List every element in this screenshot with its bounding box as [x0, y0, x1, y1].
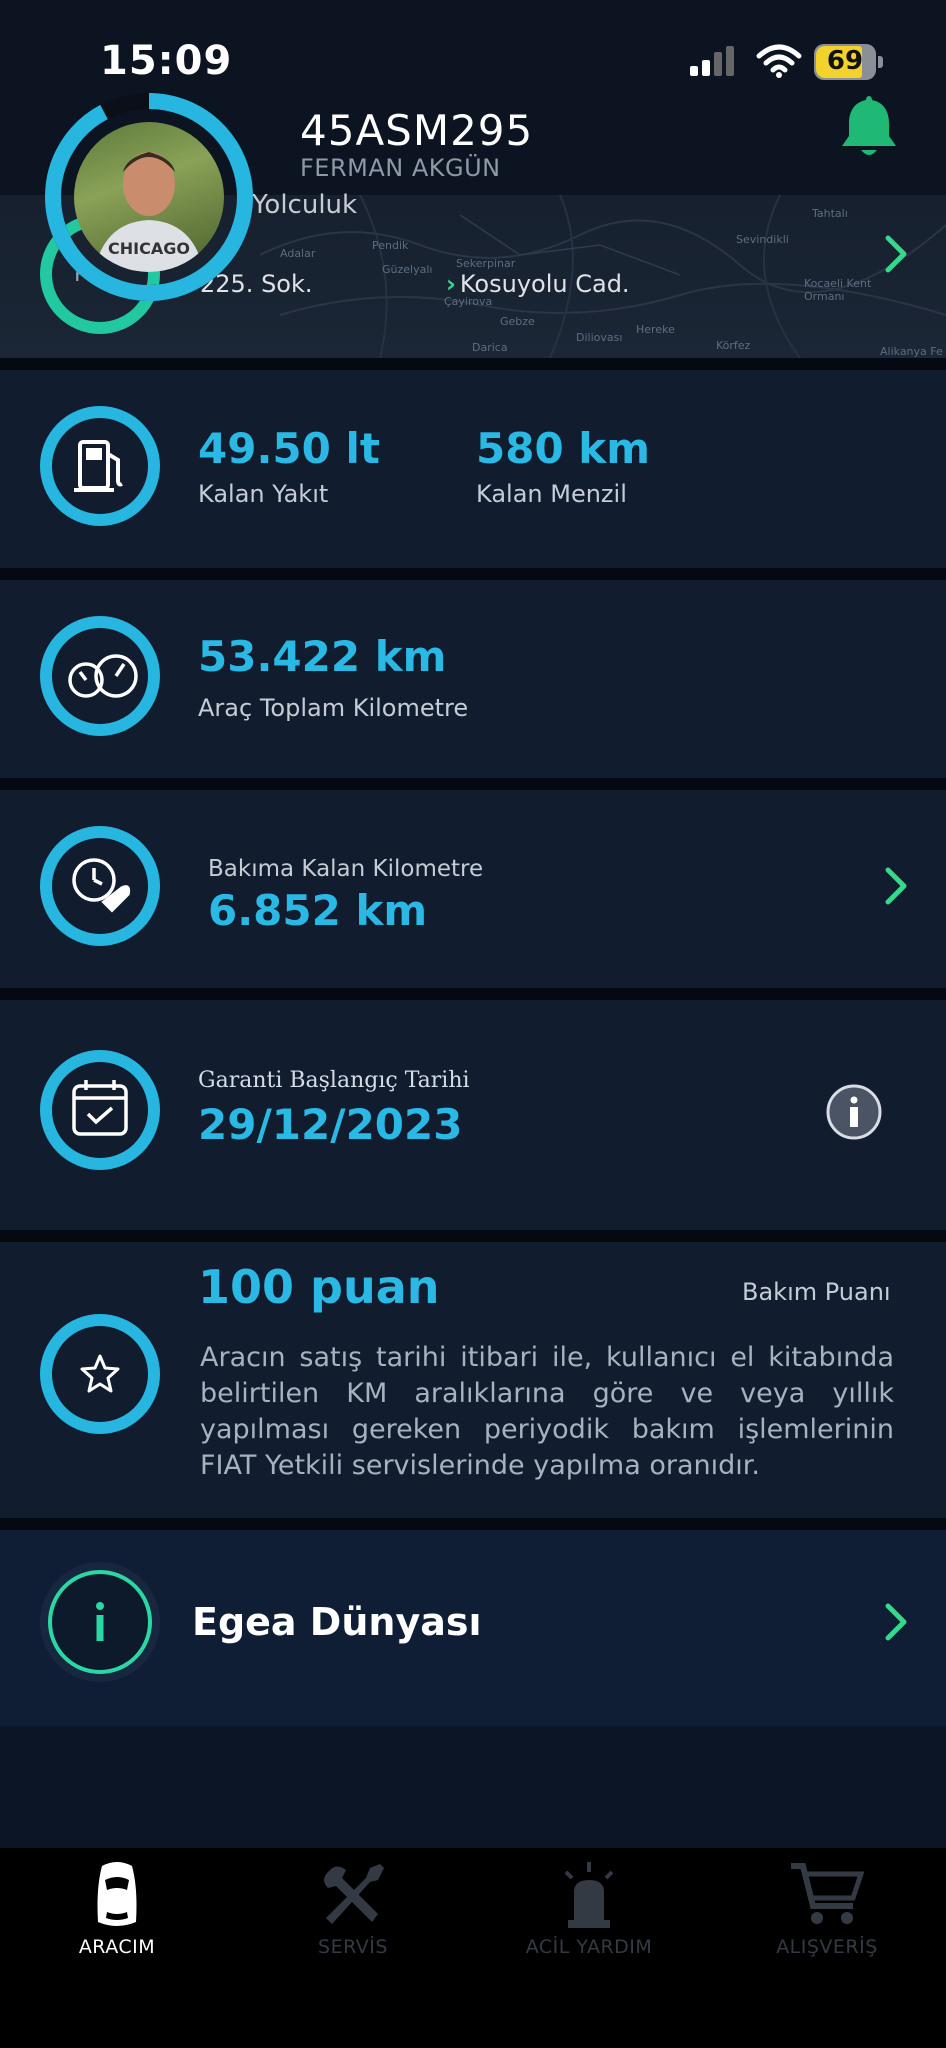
- fuel-label: Kalan Yakıt: [198, 480, 329, 508]
- tab-label: ACİL YARDIM: [525, 1936, 653, 1958]
- range-label: Kalan Menzil: [476, 480, 627, 508]
- tab-servis[interactable]: SERVİS: [258, 1858, 448, 1958]
- battery-level-text: 69: [826, 46, 864, 76]
- svg-text:CHICAGO: CHICAGO: [108, 239, 190, 258]
- score-value: 100 puan: [198, 1260, 440, 1314]
- maintenance-value: 6.852 km: [208, 886, 428, 935]
- avatar[interactable]: CHICAGO: [44, 92, 254, 302]
- maintenance-chevron-right-icon[interactable]: [882, 866, 910, 906]
- map-label: Darica: [472, 341, 508, 354]
- odometer-ring: [40, 616, 160, 736]
- map-label: Körfez: [716, 339, 751, 352]
- tab-label: ARACIM: [78, 1936, 156, 1958]
- egea-chevron-right-icon[interactable]: [882, 1602, 910, 1642]
- score-ring: [40, 1314, 160, 1434]
- calendar-check-icon: [72, 1080, 128, 1136]
- map-label: Adalar: [280, 247, 316, 260]
- map-label: Sekerpinar: [456, 257, 516, 270]
- divider: [0, 988, 946, 1000]
- divider: [0, 1230, 946, 1242]
- map-label: Pendik: [372, 239, 409, 252]
- notification-bell-icon[interactable]: [838, 92, 900, 160]
- owner-name: FERMAN AKGÜN: [300, 154, 501, 182]
- range-value: 580 km: [476, 424, 650, 473]
- egea-label: Egea Dünyası: [192, 1600, 482, 1644]
- tab-label: SERVİS: [318, 1936, 388, 1958]
- siren-icon: [564, 1862, 614, 1928]
- divider: [0, 568, 946, 580]
- map-label: Gebze: [500, 315, 535, 328]
- speedometer-icon: [68, 654, 138, 698]
- fuel-value: 49.50 lt: [198, 424, 380, 473]
- tab-label: ALIŞVERİŞ: [776, 1936, 878, 1958]
- map-label: Alikanya Fe: [880, 345, 943, 358]
- tab-aracim[interactable]: ARACIM: [22, 1858, 212, 1958]
- vehicle-plate: 45ASM295: [300, 106, 534, 155]
- clock-wrench-icon: [72, 858, 131, 913]
- star-icon: [80, 1354, 120, 1393]
- profile-photo: CHICAGO: [74, 122, 224, 272]
- trip-title: Yolculuk: [252, 190, 358, 220]
- score-label: Bakım Puanı: [742, 1278, 891, 1306]
- maintenance-ring: [40, 826, 160, 946]
- warranty-ring: [40, 1050, 160, 1170]
- score-description: Aracın satış tarihi itibari ile, kullanı…: [200, 1342, 894, 1481]
- map-label: Hereke: [636, 323, 675, 336]
- tab-alisveris[interactable]: ALIŞVERİŞ: [732, 1858, 922, 1958]
- divider: [0, 1518, 946, 1530]
- trip-to-label: Kosuyolu Cad.: [459, 270, 630, 298]
- maintenance-label: Bakıma Kalan Kilometre: [208, 856, 484, 882]
- egea-info-icon: [40, 1562, 160, 1682]
- divider: [0, 358, 946, 370]
- odometer-value: 53.422 km: [198, 632, 447, 681]
- divider: [0, 778, 946, 790]
- warranty-label: Garanti Başlangıç Tarihi: [198, 1068, 470, 1093]
- tab-acil-yardim[interactable]: ACİL YARDIM: [494, 1858, 684, 1958]
- tools-icon: [324, 1864, 384, 1924]
- fuel-pump-icon: [74, 440, 123, 492]
- trip-chevron-right-icon[interactable]: [882, 234, 910, 274]
- warranty-value: 29/12/2023: [198, 1100, 463, 1149]
- info-icon[interactable]: [826, 1084, 882, 1140]
- trip-to: › Kosuyolu Cad.: [446, 270, 630, 298]
- status-time: 15:09: [100, 38, 233, 84]
- battery-icon: 69: [814, 44, 884, 80]
- map-label: Güzelyalı: [382, 263, 433, 276]
- fuel-ring: [40, 406, 160, 526]
- map-label: Sevindikli: [736, 233, 789, 246]
- odometer-label: Araç Toplam Kilometre: [198, 694, 469, 722]
- map-label: Tahtalı: [812, 207, 848, 220]
- wifi-icon: [756, 44, 802, 78]
- cart-icon: [791, 1863, 865, 1924]
- map-label: Kocaeli Kent Ormanı: [804, 277, 872, 303]
- car-icon: [97, 1862, 137, 1926]
- arrow-right-icon: ›: [446, 270, 456, 298]
- map-label: Diliovası: [576, 331, 623, 344]
- cellular-signal-icon: [690, 46, 734, 76]
